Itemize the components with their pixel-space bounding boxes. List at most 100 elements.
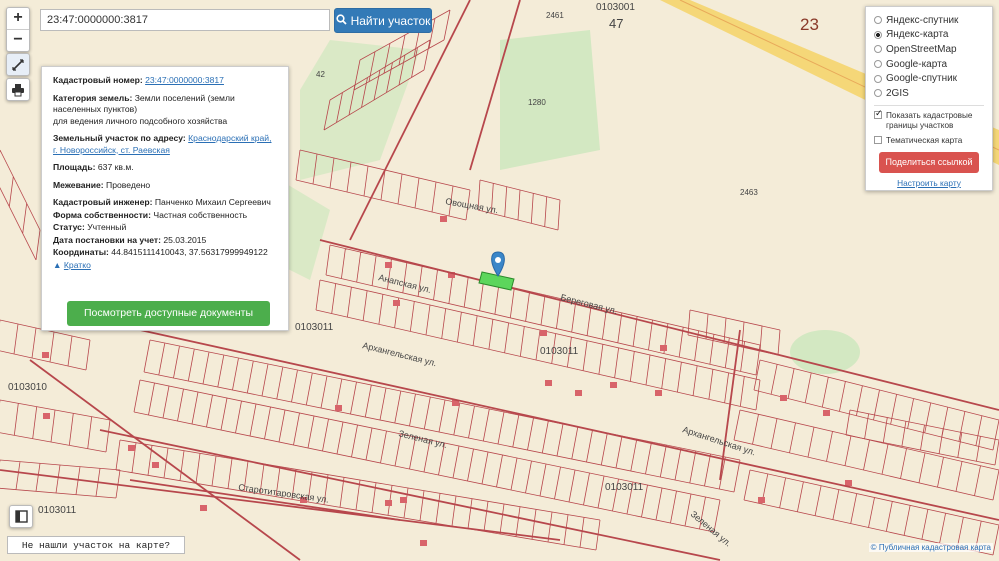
info-value: 25.03.2015 — [163, 234, 207, 245]
building-marker — [385, 262, 392, 268]
block-label: 0103011 — [38, 505, 77, 516]
region-label: 23 — [800, 15, 819, 34]
info-value: 44.8415111410043, 37.56317999949122 — [111, 247, 268, 257]
building-marker — [655, 390, 662, 396]
search-icon — [335, 13, 347, 28]
building-marker — [128, 445, 135, 451]
layer-option[interactable]: 2GIS — [874, 86, 984, 101]
layer-option-label: Google-карта — [886, 58, 948, 70]
configure-map-link[interactable]: Настроить карту — [874, 178, 984, 188]
layer-option[interactable]: OpenStreetMap — [874, 42, 984, 57]
info-label: Статус: — [53, 222, 85, 232]
info-value: Проведено — [106, 179, 151, 190]
layer-option-label: Google-спутник — [886, 73, 958, 85]
zoom-out-icon[interactable]: − — [7, 30, 29, 51]
radio-icon[interactable] — [874, 45, 882, 54]
find-parcel-label: Найти участок — [350, 13, 431, 28]
green-area — [790, 330, 860, 374]
info-label: Земельный участок по адресу: — [53, 133, 186, 143]
building-marker — [200, 505, 207, 511]
info-label: Кадастровый инженер: — [53, 197, 153, 207]
checkbox-label: Тематическая карта — [886, 135, 963, 145]
parcel-number: 42 — [316, 70, 325, 79]
layer-switcher-panel: Яндекс-спутник Яндекс-карта OpenStreetMap G… — [865, 6, 993, 191]
collapse-icon: ▲ — [53, 259, 62, 270]
building-marker — [545, 380, 552, 386]
info-value: Учтенный — [87, 222, 127, 232]
view-documents-button[interactable]: Посмотреть доступные документы — [67, 301, 270, 326]
building-marker — [845, 480, 852, 486]
zoom-in-icon[interactable]: + — [7, 8, 29, 30]
parcel-number: 2461 — [546, 11, 564, 20]
building-marker — [393, 300, 400, 306]
info-label: Категория земель: — [53, 92, 133, 103]
building-marker — [758, 497, 765, 503]
print-icon[interactable] — [6, 78, 30, 101]
thematic-map-checkbox[interactable]: Тематическая карта — [874, 135, 984, 146]
layer-option-label: 2GIS — [886, 87, 909, 99]
info-value: Частная собственность — [153, 209, 248, 220]
building-marker — [823, 410, 830, 416]
info-label: Кадастровый номер: — [53, 75, 143, 85]
layers-toggle-icon[interactable] — [9, 505, 33, 528]
building-marker — [152, 462, 159, 468]
layer-option[interactable]: Яндекс-спутник — [874, 13, 984, 28]
info-label: Форма собственности: — [53, 209, 151, 220]
info-icon: © — [870, 543, 877, 552]
not-found-button[interactable]: Не нашли участок на карте? — [7, 536, 185, 554]
info-value: Панченко Михаил Сергеевич — [154, 197, 271, 207]
building-marker — [420, 540, 427, 546]
building-marker — [385, 500, 392, 506]
attribution-text: Публичная кадастровая карта — [878, 543, 991, 552]
checkbox-checked-icon[interactable] — [874, 108, 883, 119]
info-label: Межевание: — [53, 179, 104, 190]
layer-option[interactable]: Google-спутник — [874, 71, 984, 86]
building-marker — [540, 330, 547, 336]
block-label: 0103001 — [596, 2, 635, 13]
info-label: Координаты: — [53, 247, 109, 257]
block-label: 0103010 — [8, 382, 47, 393]
parcel-info-panel: Кадастровый номер: 23:47:0000000:3817 Ка… — [41, 66, 289, 331]
block-label: 0103011 — [295, 322, 334, 333]
info-label: Площадь: — [53, 162, 96, 172]
attribution[interactable]: © Публичная кадастровая карта — [868, 543, 993, 552]
building-marker — [335, 405, 342, 411]
layer-option-label: Яндекс-карта — [886, 29, 949, 41]
radio-icon[interactable] — [874, 74, 882, 83]
cadastral-search-input[interactable] — [40, 9, 330, 31]
zoom-control: + − — [6, 7, 30, 52]
building-marker — [42, 352, 49, 358]
block-label: 0103011 — [605, 482, 644, 493]
find-parcel-button[interactable]: Найти участок — [334, 8, 432, 33]
info-value: 637 кв.м. — [97, 162, 134, 172]
collapse-link[interactable]: Кратко — [64, 260, 91, 270]
layer-option-label: Яндекс-спутник — [886, 14, 959, 26]
layer-option-label: OpenStreetMap — [886, 43, 957, 55]
layer-option[interactable]: Google-карта — [874, 57, 984, 72]
radio-icon[interactable] — [874, 16, 882, 25]
green-area — [500, 30, 600, 170]
building-marker — [43, 413, 50, 419]
layer-option[interactable]: Яндекс-карта — [874, 28, 984, 43]
building-marker — [780, 395, 787, 401]
building-marker — [660, 345, 667, 351]
block-label: 47 — [609, 16, 623, 31]
show-boundaries-checkbox[interactable]: Показать кадастровые границы участков — [874, 108, 984, 131]
parcel-number: 1280 — [528, 98, 546, 107]
share-link-button[interactable]: Поделиться ссылкой — [879, 151, 979, 173]
radio-icon[interactable] — [874, 30, 882, 39]
building-marker — [440, 216, 447, 222]
checkbox-icon[interactable] — [874, 135, 882, 144]
checkbox-label: Показать кадастровые границы участков — [886, 110, 973, 130]
radio-icon[interactable] — [874, 60, 882, 69]
radio-icon[interactable] — [874, 89, 882, 98]
building-marker — [400, 497, 407, 503]
building-marker — [575, 390, 582, 396]
cadastral-number-link[interactable]: 23:47:0000000:3817 — [145, 75, 224, 85]
info-label: Дата постановки на учет: — [53, 234, 161, 245]
building-marker — [610, 382, 617, 388]
parcel-number: 2463 — [740, 188, 758, 197]
block-label: 0103011 — [540, 346, 579, 357]
ruler-icon[interactable] — [6, 53, 30, 76]
info-value: для ведения личного подсобного хозяйства — [53, 115, 228, 126]
